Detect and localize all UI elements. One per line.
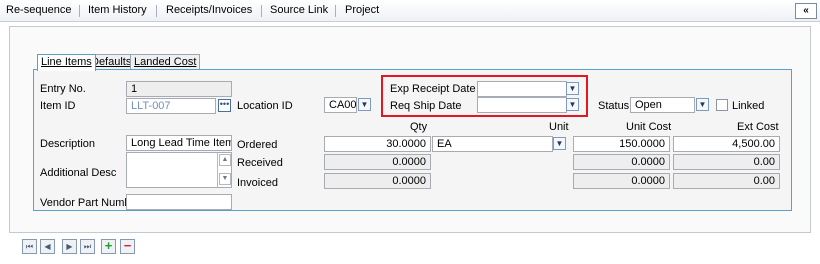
top-toolbar: Re-sequence Item History Receipts/Invoic… <box>0 0 820 22</box>
unit-header: Unit <box>549 121 569 133</box>
unit-cost-header: Unit Cost <box>626 121 672 133</box>
add-record-button[interactable]: + <box>101 239 116 254</box>
unit-field[interactable]: EA <box>432 136 553 152</box>
minus-icon: − <box>123 238 132 253</box>
ordered-ext-cost-field[interactable]: 4,500.00 <box>673 136 780 152</box>
first-record-button[interactable]: ⏮ <box>22 239 37 254</box>
collapse-panel-button[interactable]: « <box>795 3 817 19</box>
tab-defaults-label: Defaults <box>91 56 132 68</box>
item-id-lookup-button[interactable]: ••• <box>218 99 231 112</box>
description-field[interactable]: Long Lead Time Item 7 <box>126 135 232 151</box>
received-unit-cost-field: 0.0000 <box>573 154 670 170</box>
tab-line-items[interactable]: Line Items <box>37 54 96 71</box>
last-record-button[interactable]: ⏭ <box>80 239 95 254</box>
invoiced-ext-cost-field: 0.00 <box>673 173 780 189</box>
chevron-up-icon: ▲ <box>221 156 229 163</box>
received-ext-cost-field: 0.00 <box>673 154 780 170</box>
item-id-field[interactable]: LLT-007 <box>126 98 216 114</box>
vendor-part-number-field[interactable] <box>126 194 232 210</box>
status-label: Status <box>598 100 630 112</box>
invoiced-qty-field: 0.0000 <box>324 173 431 189</box>
plus-icon: + <box>104 238 113 253</box>
ordered-unit-cost-field[interactable]: 150.0000 <box>573 136 670 152</box>
first-record-icon: ⏮ <box>25 242 34 251</box>
entry-no-field: 1 <box>126 81 232 97</box>
invoiced-unit-cost-field: 0.0000 <box>573 173 670 189</box>
toolbar-separator <box>156 5 157 17</box>
qty-header: Qty <box>410 121 428 133</box>
previous-record-icon: ◀ <box>44 242 51 251</box>
location-id-label: Location ID <box>237 100 293 112</box>
ordered-label: Ordered <box>237 139 278 151</box>
location-id-field[interactable]: CA000 <box>324 97 357 113</box>
tab-landed-cost[interactable]: Landed Cost <box>130 54 201 70</box>
linked-checkbox[interactable] <box>716 99 728 111</box>
next-record-icon: ▶ <box>66 242 73 251</box>
tab-landed-cost-label: Landed Cost <box>134 56 197 68</box>
toolbar-separator <box>335 5 336 17</box>
additional-desc-scrollbar[interactable]: ▲ ▼ <box>217 153 231 187</box>
item-id-label: Item ID <box>40 100 76 112</box>
resequence-button[interactable]: Re-sequence <box>6 4 71 16</box>
status-field[interactable]: Open <box>630 97 695 113</box>
received-label: Received <box>237 157 283 169</box>
chevron-down-icon: ▼ <box>221 175 229 182</box>
receipts-invoices-button[interactable]: Receipts/Invoices <box>166 4 252 16</box>
project-button[interactable]: Project <box>345 4 379 16</box>
tab-line-items-label: Line Items <box>41 56 92 68</box>
double-chevron-left-icon: « <box>803 5 809 16</box>
scroll-down-button[interactable]: ▼ <box>219 173 231 185</box>
source-link-button[interactable]: Source Link <box>270 4 328 16</box>
remove-record-button[interactable]: − <box>120 239 135 254</box>
invoiced-label: Invoiced <box>237 177 278 189</box>
item-history-button[interactable]: Item History <box>88 4 147 16</box>
chevron-down-icon: ▼ <box>555 139 564 148</box>
unit-dropdown-button[interactable]: ▼ <box>553 137 566 150</box>
location-dropdown-button[interactable]: ▼ <box>358 98 371 111</box>
scroll-up-button[interactable]: ▲ <box>219 154 231 166</box>
received-qty-field: 0.0000 <box>324 154 431 170</box>
description-label: Description <box>40 138 96 150</box>
chevron-down-icon: ▼ <box>698 100 707 109</box>
toolbar-separator <box>261 5 262 17</box>
ellipsis-icon: ••• <box>219 99 230 109</box>
last-record-icon: ⏭ <box>83 242 92 251</box>
previous-record-button[interactable]: ◀ <box>40 239 55 254</box>
chevron-down-icon: ▼ <box>360 100 369 109</box>
next-record-button[interactable]: ▶ <box>62 239 77 254</box>
linked-label: Linked <box>732 100 765 112</box>
status-dropdown-button[interactable]: ▼ <box>696 98 709 111</box>
entry-no-label: Entry No. <box>40 83 86 95</box>
additional-desc-label: Additional Desc <box>40 167 117 179</box>
ext-cost-header: Ext Cost <box>737 121 779 133</box>
ordered-qty-field[interactable]: 30.0000 <box>324 136 431 152</box>
highlight-box <box>381 75 588 117</box>
toolbar-separator <box>79 5 80 17</box>
